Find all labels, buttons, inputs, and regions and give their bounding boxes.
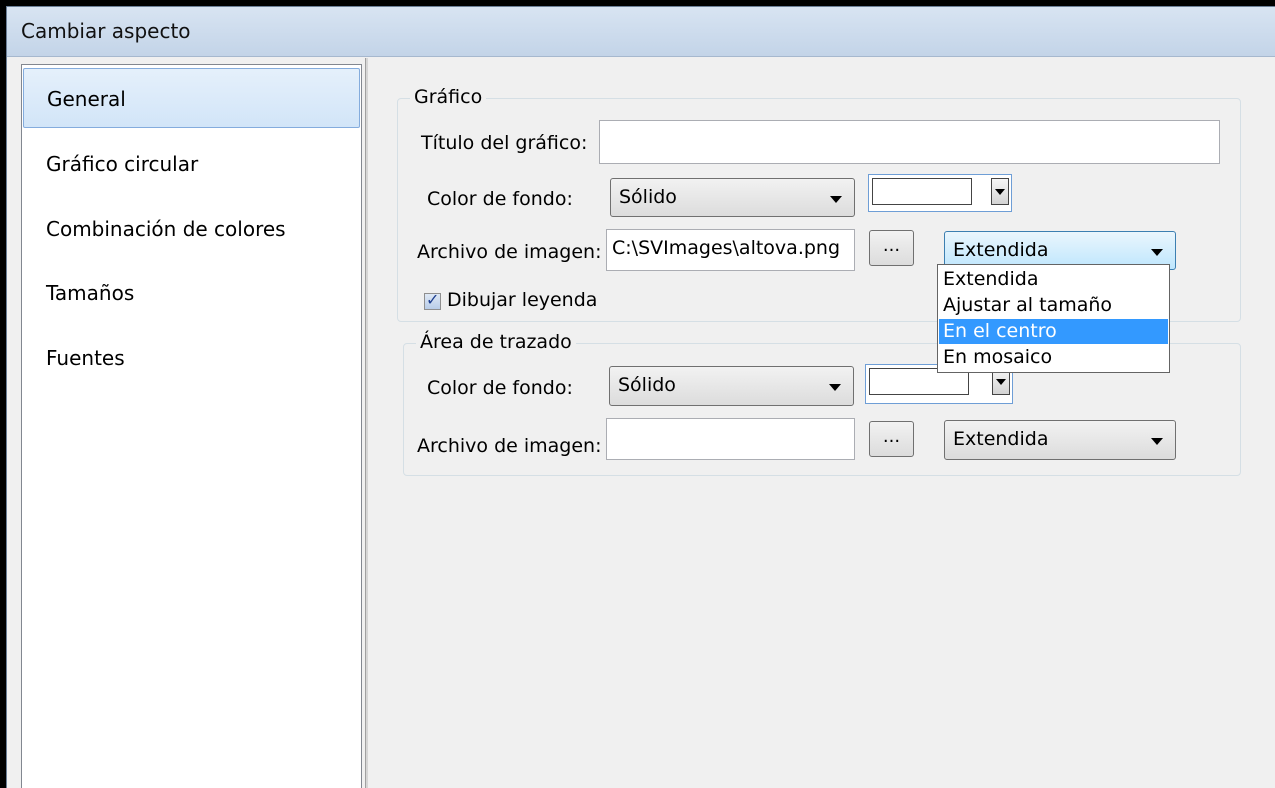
dropdown-option-center[interactable]: En el centro [939, 319, 1168, 344]
dropdown-option-tile[interactable]: En mosaico [939, 345, 1168, 370]
change-appearance-dialog: Cambiar aspecto General Gráfico circular… [6, 6, 1275, 788]
title-bar: Cambiar aspecto [7, 7, 1275, 57]
dropdown-option-fit-size[interactable]: Ajustar al tamaño [939, 293, 1168, 318]
chart-bg-style-value: Sólido [619, 186, 677, 208]
color-swatch [872, 178, 972, 205]
chart-group-label: Gráfico [410, 86, 487, 108]
sidebar-item-label: Gráfico circular [46, 152, 199, 176]
chart-bg-color-label: Color de fondo: [427, 188, 573, 210]
sidebar-item-sizes[interactable]: Tamaños [23, 263, 360, 323]
chart-title-label: Título del gráfico: [421, 132, 588, 154]
sidebar-item-label: General [47, 87, 126, 111]
splitter[interactable] [365, 58, 368, 788]
draw-legend-checkbox[interactable] [424, 290, 441, 310]
chart-image-file-label: Archivo de imagen: [417, 241, 602, 263]
image-mode-dropdown-list: Extendida Ajustar al tamaño En el centro… [937, 264, 1170, 373]
plot-browse-button[interactable]: ... [869, 421, 914, 457]
draw-legend-label[interactable]: Dibujar leyenda [447, 289, 597, 311]
sidebar-item-fonts[interactable]: Fuentes [23, 328, 360, 388]
chevron-down-icon[interactable] [991, 178, 1009, 205]
chart-image-file-input[interactable]: C:\SVImages\altova.png [606, 229, 855, 271]
sidebar-item-color-scheme[interactable]: Combinación de colores [23, 199, 360, 259]
sidebar-item-label: Combinación de colores [46, 217, 286, 241]
chart-bg-style-select[interactable]: Sólido [610, 178, 855, 217]
plot-image-mode-value: Extendida [953, 428, 1049, 450]
plot-image-mode-select[interactable]: Extendida [944, 420, 1176, 460]
chart-browse-button[interactable]: ... [869, 230, 914, 266]
dialog-content: General Gráfico circular Combinación de … [17, 58, 1275, 788]
plot-bg-style-value: Sólido [618, 374, 676, 396]
chart-bg-color-picker[interactable] [868, 174, 1012, 212]
sidebar: General Gráfico circular Combinación de … [21, 64, 362, 788]
sidebar-item-general[interactable]: General [23, 68, 360, 128]
chart-image-mode-value: Extendida [953, 239, 1049, 261]
sidebar-item-pie-chart[interactable]: Gráfico circular [23, 134, 360, 194]
window-title: Cambiar aspecto [21, 19, 191, 43]
sidebar-item-label: Tamaños [46, 281, 135, 305]
chevron-down-icon [829, 384, 841, 391]
chevron-down-icon [1151, 438, 1163, 445]
chevron-down-icon [1151, 249, 1163, 256]
plot-image-file-label: Archivo de imagen: [417, 435, 602, 457]
chart-title-input[interactable] [599, 120, 1220, 164]
sidebar-item-label: Fuentes [46, 346, 125, 370]
dropdown-option-extended[interactable]: Extendida [939, 267, 1168, 292]
chevron-down-icon [830, 196, 842, 203]
plot-image-file-input[interactable] [606, 418, 855, 460]
plot-bg-style-select[interactable]: Sólido [609, 366, 854, 406]
plot-bg-color-label: Color de fondo: [427, 377, 573, 399]
plot-area-group-label: Área de trazado [416, 331, 576, 353]
